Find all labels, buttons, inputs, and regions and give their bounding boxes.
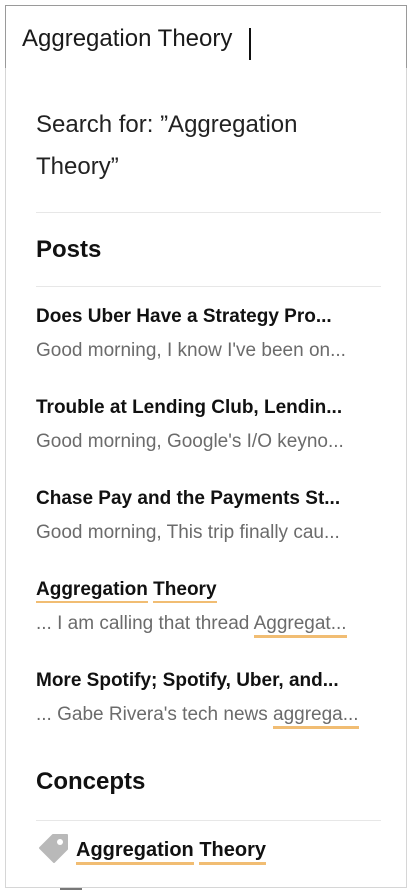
divider <box>36 820 381 821</box>
post-result[interactable]: Chase Pay and the Payments St... Good mo… <box>36 486 381 548</box>
concept-result[interactable]: Aggregation Theory <box>36 834 267 866</box>
post-result[interactable]: Trouble at Lending Club, Lendin... Good … <box>36 395 381 457</box>
search-box[interactable] <box>5 5 407 69</box>
snippet-text: ... Gabe Rivera's tech news <box>36 704 268 725</box>
search-for-label: Search for: <box>36 111 154 138</box>
post-result[interactable]: Does Uber Have a Strategy Pro... Good mo… <box>36 304 381 366</box>
post-result[interactable]: More Spotify; Spotify, Uber, and... ... … <box>36 668 381 730</box>
divider <box>36 286 381 287</box>
bottom-edge-fragment <box>60 888 82 890</box>
posts-heading: Posts <box>36 236 102 263</box>
search-input[interactable] <box>22 22 382 56</box>
text-caret <box>249 28 251 60</box>
highlighted-term: Aggregation <box>36 579 148 603</box>
snippet-text: ... I am calling that thread <box>36 613 250 634</box>
post-title: Trouble at Lending Club, Lendin... <box>36 397 343 418</box>
highlighted-term: Theory <box>199 838 267 865</box>
concept-label: Aggregation Theory <box>76 838 267 865</box>
concepts-heading: Concepts <box>36 768 146 795</box>
highlighted-term: aggrega... <box>273 704 359 729</box>
post-snippet: ... I am calling that thread Aggregat... <box>36 611 381 639</box>
search-dropdown: Search for: ”Aggregation Theory” Posts D… <box>5 68 407 888</box>
post-snippet: ... Gabe Rivera's tech news aggrega... <box>36 702 381 730</box>
highlighted-term: Aggregation <box>76 838 194 865</box>
post-title: Chase Pay and the Payments St... <box>36 488 341 509</box>
post-snippet: Good morning, I know I've been on... <box>36 340 346 361</box>
highlighted-term: Aggregat... <box>253 613 347 638</box>
post-snippet: Good morning, This trip finally cau... <box>36 522 340 543</box>
search-for-option[interactable]: Search for: ”Aggregation Theory” <box>36 104 381 188</box>
divider <box>36 212 381 213</box>
tag-icon <box>39 834 68 863</box>
post-snippet: Good morning, Google's I/O keyno... <box>36 431 344 452</box>
post-title: More Spotify; Spotify, Uber, and... <box>36 670 339 691</box>
post-title: Does Uber Have a Strategy Pro... <box>36 306 332 327</box>
post-result[interactable]: Aggregation Theory ... I am calling that… <box>36 577 381 639</box>
post-title: Aggregation Theory <box>36 577 381 603</box>
highlighted-term: Theory <box>153 579 217 603</box>
